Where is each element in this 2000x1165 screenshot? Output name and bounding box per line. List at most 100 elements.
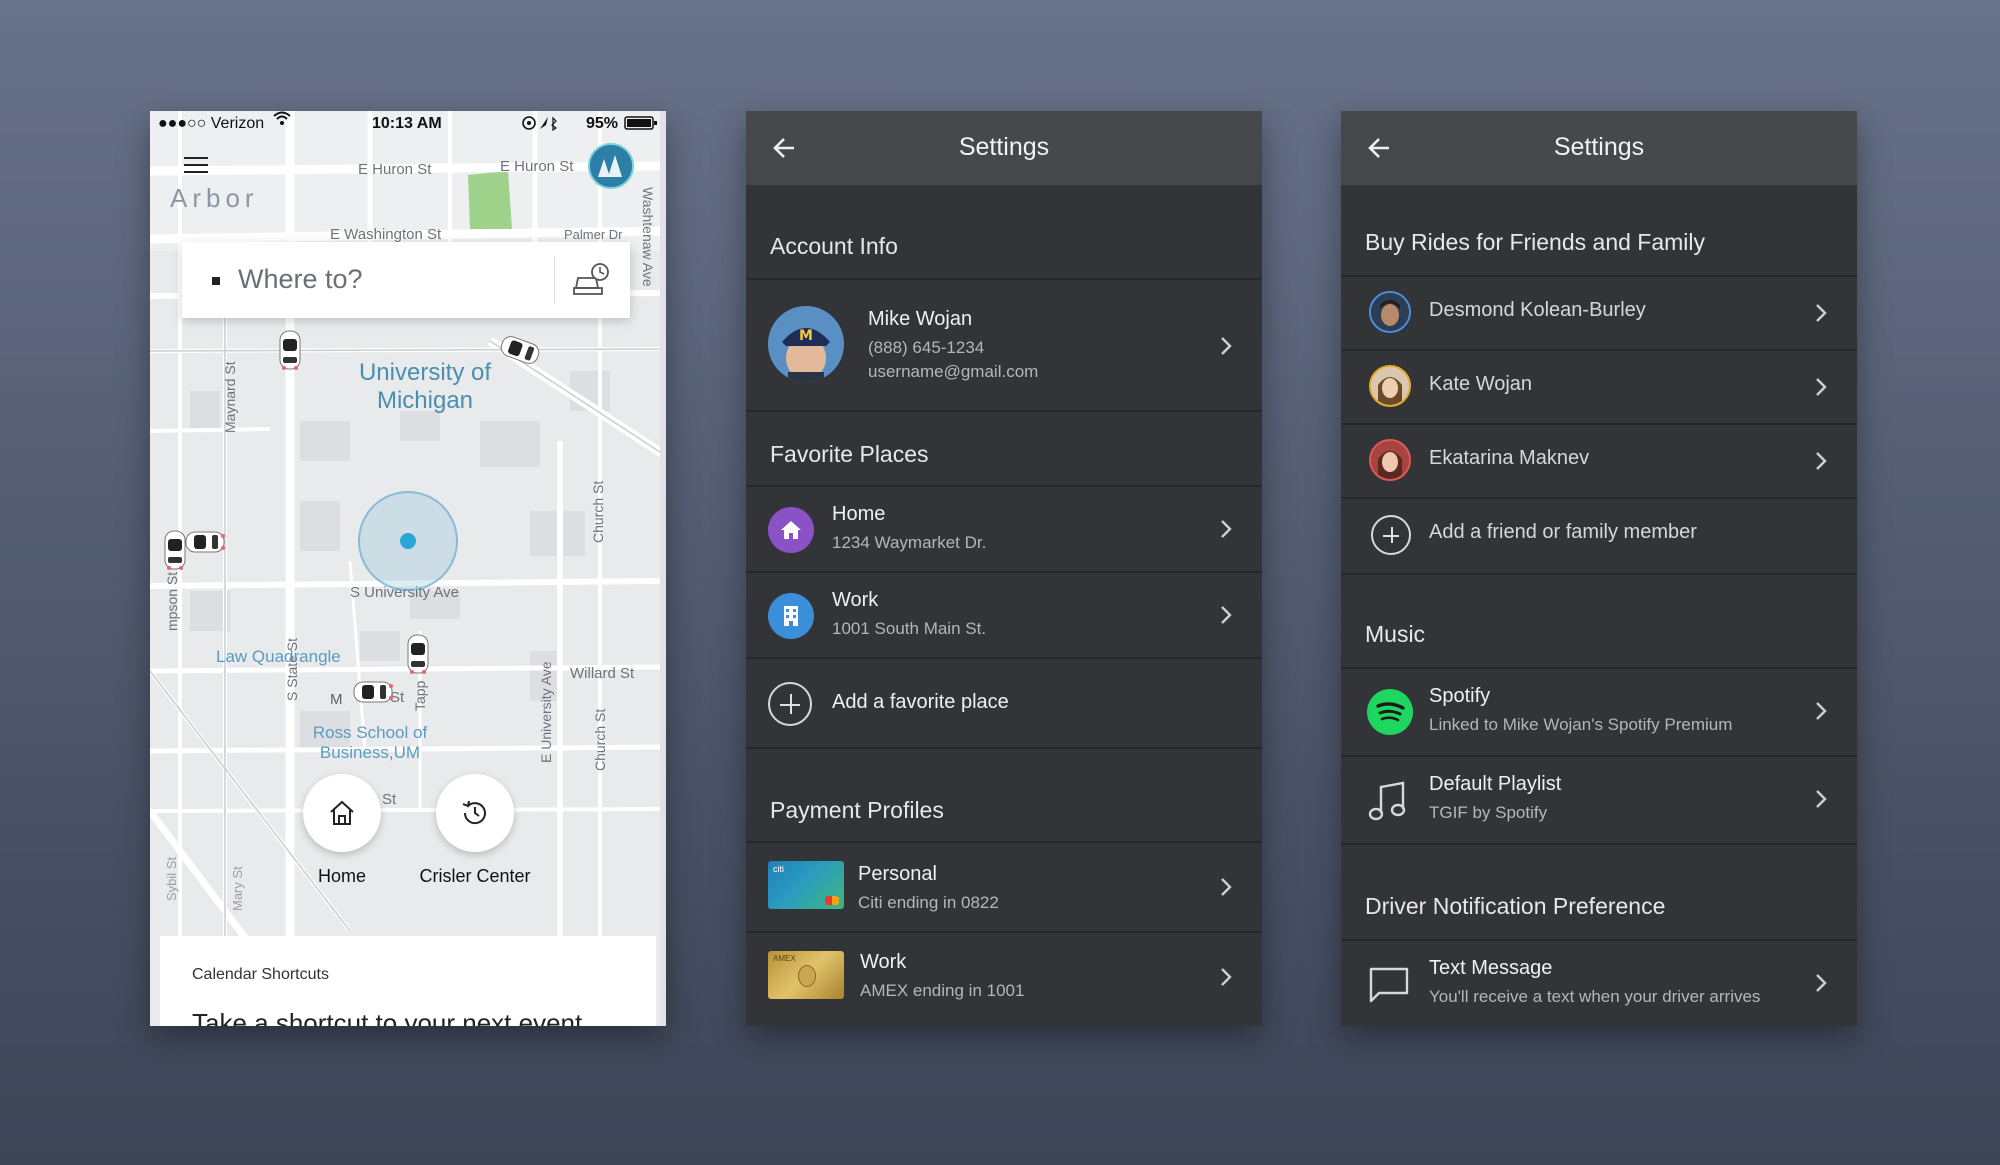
payment-name: Personal	[858, 863, 937, 885]
chevron-right-icon	[1816, 702, 1827, 720]
chevron-right-icon	[1816, 304, 1827, 322]
friend-row[interactable]: Ekatarina Maknev	[1341, 425, 1857, 497]
default-playlist-row[interactable]: Default Playlist TGIF by Spotify	[1341, 757, 1857, 843]
map-label-poi: Law Quadrangle	[216, 647, 341, 666]
settings-screen-preferences: Settings Buy Rides for Friends and Famil…	[1341, 111, 1857, 1026]
friend-name: Kate Wojan	[1429, 373, 1533, 395]
calendar-shortcuts-card[interactable]: Calendar Shortcuts Take a shortcut to yo…	[160, 936, 656, 1026]
account-row[interactable]: M Mike Wojan (888) 645-1234 username@gma…	[746, 280, 1262, 410]
status-bar: ●●●○○ Verizon 10:13 AM 95%	[150, 111, 666, 137]
favorite-place-home[interactable]: Home 1234 Waymarket Dr.	[746, 487, 1262, 571]
crisler-shortcut-button[interactable]	[436, 774, 514, 852]
home-shortcut-button[interactable]	[303, 774, 381, 852]
payment-work[interactable]: AMEX Work AMEX ending in 1001	[746, 933, 1262, 1021]
amex-card-icon: AMEX	[768, 951, 844, 999]
schedule-ride-icon[interactable]	[572, 262, 612, 298]
avatar: M	[768, 306, 844, 382]
music-service-name: Spotify	[1429, 685, 1491, 707]
chevron-right-icon	[1816, 790, 1827, 808]
car-icon	[185, 531, 225, 553]
add-friend-label: Add a friend or family member	[1429, 521, 1697, 543]
place-address: 1001 South Main St.	[832, 619, 987, 638]
current-location-marker	[358, 491, 458, 591]
friend-row[interactable]: Kate Wojan	[1341, 351, 1857, 423]
text-message-row[interactable]: Text Message You'll receive a text when …	[1341, 941, 1857, 1026]
svg-text:M: M	[799, 328, 813, 344]
citi-card-icon: citi	[768, 861, 844, 909]
car-icon	[407, 634, 429, 674]
chevron-right-icon	[1221, 606, 1232, 624]
music-note-icon	[1368, 781, 1406, 821]
chevron-right-icon	[1221, 878, 1232, 896]
add-icon	[768, 682, 812, 726]
add-friend-button[interactable]: Add a friend or family member	[1341, 499, 1857, 573]
carrier-label: ●●●○○ Verizon	[158, 115, 265, 132]
avatar	[1369, 439, 1411, 481]
map-label-street: E University Ave	[538, 661, 554, 763]
section-header-music: Music	[1365, 621, 1426, 647]
music-service-detail: Linked to Mike Wojan's Spotify Premium	[1429, 715, 1733, 734]
account-name: Mike Wojan	[868, 308, 973, 330]
app-bar: Settings	[746, 111, 1262, 185]
calendar-text: Take a shortcut to your next event	[192, 1008, 583, 1026]
place-name: Home	[832, 503, 886, 525]
add-icon	[1371, 515, 1411, 555]
battery-percent: 95%	[586, 115, 619, 132]
chevron-right-icon	[1816, 378, 1827, 396]
map-label-street: Mary St	[230, 866, 245, 911]
favorite-place-work[interactable]: Work 1001 South Main St.	[746, 573, 1262, 657]
map-screen: ●●●○○ Verizon 10:13 AM 95% Arbor E Huron…	[150, 111, 666, 1026]
payment-detail: AMEX ending in 1001	[860, 981, 1025, 1000]
spotify-row[interactable]: Spotify Linked to Mike Wojan's Spotify P…	[1341, 669, 1857, 755]
settings-screen-account: Settings Account Info M Mike Wojan (888)…	[746, 111, 1262, 1026]
page-title: Settings	[1553, 133, 1645, 161]
building-icon	[768, 593, 814, 639]
section-header-friends: Buy Rides for Friends and Family	[1365, 229, 1706, 255]
clock-label: 10:13 AM	[372, 115, 442, 132]
playlist-detail: TGIF by Spotify	[1429, 803, 1548, 822]
search-placeholder: Where to?	[238, 264, 363, 294]
map-label-street: Sybil St	[164, 856, 179, 901]
account-email: username@gmail.com	[868, 362, 1039, 381]
message-icon	[1369, 967, 1409, 1003]
map-label-street: Palmer Dr	[564, 227, 623, 242]
friend-name: Ekatarina Maknev	[1429, 447, 1590, 469]
crisler-shortcut-label: Crisler Center	[419, 866, 531, 886]
spotify-icon	[1367, 689, 1413, 735]
where-to-search[interactable]: Where to?	[182, 242, 630, 318]
friend-row[interactable]: Desmond Kolean-Burley	[1341, 277, 1857, 349]
place-name: Work	[832, 589, 879, 611]
history-icon	[462, 800, 486, 825]
map-label-street: St	[382, 791, 397, 808]
car-icon	[353, 681, 393, 703]
app-bar: Settings	[1341, 111, 1857, 185]
page-title: Settings	[958, 133, 1050, 161]
wifi-icon	[273, 111, 291, 132]
map-label-street: E Huron St	[358, 161, 432, 178]
avatar	[1369, 365, 1411, 407]
notification-name: Text Message	[1429, 957, 1553, 979]
home-icon	[330, 800, 354, 825]
profile-avatar[interactable]	[588, 143, 634, 189]
chevron-right-icon	[1816, 452, 1827, 470]
map-label-university: University of Michigan	[358, 359, 492, 414]
map-label-street: Washtenaw Ave	[640, 187, 656, 287]
chevron-right-icon	[1221, 337, 1232, 355]
map-label-street: M	[330, 691, 343, 708]
map-label-street: Tapp	[412, 680, 428, 711]
place-address: 1234 Waymarket Dr.	[832, 533, 987, 552]
hamburger-menu-icon[interactable]	[184, 157, 208, 175]
notification-detail: You'll receive a text when your driver a…	[1429, 987, 1761, 1006]
section-header-favorite-places: Favorite Places	[770, 441, 929, 467]
payment-personal[interactable]: citi Personal Citi ending in 0822	[746, 843, 1262, 931]
chevron-right-icon	[1221, 520, 1232, 538]
map-label-street: E Washington St	[330, 226, 442, 243]
map-label-poi: Ross School of Business,UM	[312, 723, 428, 762]
home-icon	[768, 507, 814, 553]
section-header-notification: Driver Notification Preference	[1365, 893, 1666, 919]
payment-name: Work	[860, 951, 907, 973]
location-arrow-icon	[522, 115, 558, 136]
payment-detail: Citi ending in 0822	[858, 893, 999, 912]
destination-square-icon	[212, 277, 220, 285]
add-favorite-place-button[interactable]: Add a favorite place	[746, 659, 1262, 747]
